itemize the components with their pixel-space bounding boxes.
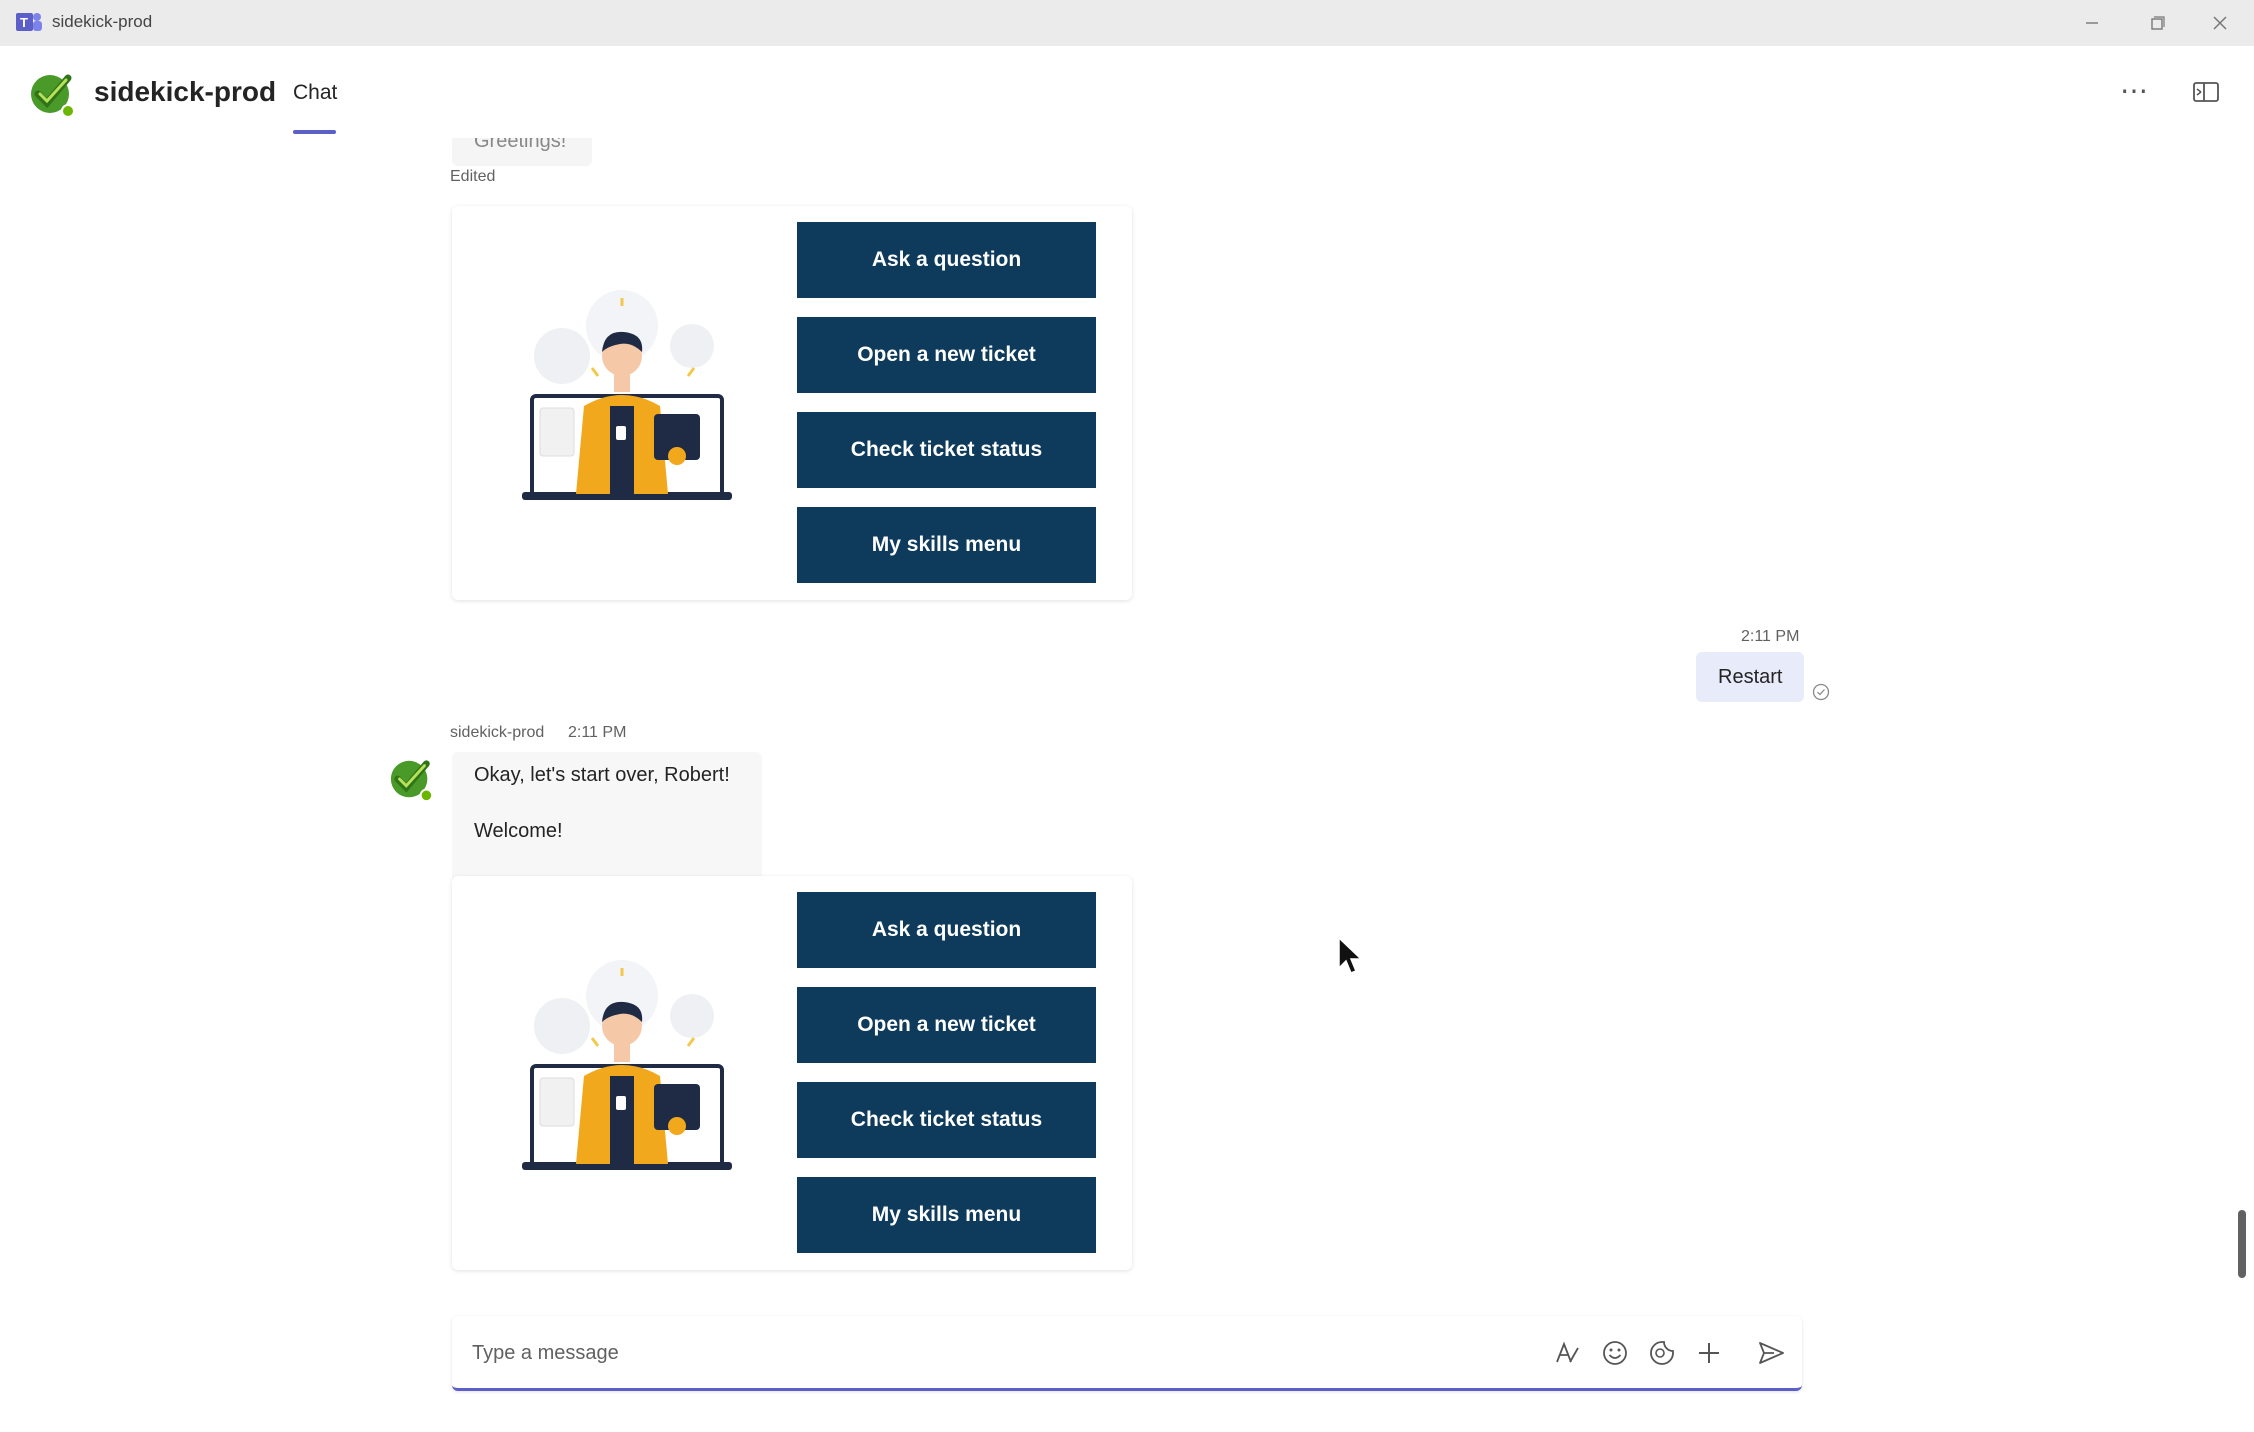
- user-message-bubble: Restart: [1696, 652, 1805, 702]
- bot-name: sidekick-prod: [94, 76, 277, 107]
- tab-chat[interactable]: Chat: [293, 81, 337, 105]
- restore-icon[interactable]: [2137, 8, 2177, 38]
- add-attachment-icon[interactable]: [1694, 1338, 1724, 1368]
- bot-message-sender: sidekick-prod: [450, 724, 545, 741]
- message-composer: [452, 1316, 1802, 1391]
- sticker-icon[interactable]: [1647, 1338, 1677, 1368]
- mouse-cursor-icon: [1338, 936, 1363, 974]
- support-agent-illustration: [522, 290, 732, 500]
- message-sent-check-icon: [1812, 683, 1830, 701]
- chat-scrollbar-thumb[interactable]: [2238, 1210, 2246, 1278]
- welcome-card: Ask a question Open a new ticket Check t…: [452, 206, 1132, 600]
- pop-out-panel-icon[interactable]: [2193, 82, 2219, 102]
- edited-label: Edited: [450, 168, 496, 185]
- user-message-time: 2:11 PM: [1741, 628, 1800, 645]
- bot-message-line-1: Okay, let's start over, Robert!: [474, 764, 730, 786]
- bot-avatar: [390, 760, 434, 803]
- close-icon[interactable]: [2200, 8, 2240, 38]
- skills-menu-button[interactable]: My skills menu: [797, 507, 1096, 583]
- more-options-icon[interactable]: ⋯: [2120, 74, 2149, 107]
- chat-header: sidekick-prod Chat ⋯: [0, 46, 2254, 138]
- bot-message-line-2: Welcome!: [474, 820, 563, 842]
- window-titlebar: T sidekick-prod: [0, 0, 2254, 47]
- ask-question-button[interactable]: Ask a question: [797, 892, 1096, 968]
- send-icon[interactable]: [1756, 1338, 1786, 1368]
- bot-message-time: 2:11 PM: [568, 724, 627, 741]
- format-text-icon[interactable]: [1552, 1338, 1582, 1368]
- check-ticket-status-button[interactable]: Check ticket status: [797, 1082, 1096, 1158]
- teams-app-icon: T: [16, 13, 42, 31]
- open-ticket-button[interactable]: Open a new ticket: [797, 987, 1096, 1063]
- chat-message-list: Greetings! Edited Ask a question Open a …: [0, 138, 2254, 1298]
- svg-text:T: T: [20, 15, 28, 30]
- sidekick-logo-icon: [31, 74, 75, 118]
- user-message-text: Restart: [1718, 665, 1783, 688]
- skills-menu-button[interactable]: My skills menu: [797, 1177, 1096, 1253]
- minimize-icon[interactable]: [2072, 8, 2112, 38]
- emoji-icon[interactable]: [1600, 1338, 1630, 1368]
- message-input[interactable]: [470, 1336, 1514, 1370]
- window-title: sidekick-prod: [52, 12, 153, 31]
- check-ticket-status-button[interactable]: Check ticket status: [797, 412, 1096, 488]
- ask-question-button[interactable]: Ask a question: [797, 222, 1096, 298]
- support-agent-illustration: [522, 960, 732, 1170]
- welcome-card: Ask a question Open a new ticket Check t…: [452, 876, 1132, 1270]
- tab-chat-active-indicator: [293, 130, 336, 134]
- message-text-partial: Greetings!: [474, 138, 567, 152]
- open-ticket-button[interactable]: Open a new ticket: [797, 317, 1096, 393]
